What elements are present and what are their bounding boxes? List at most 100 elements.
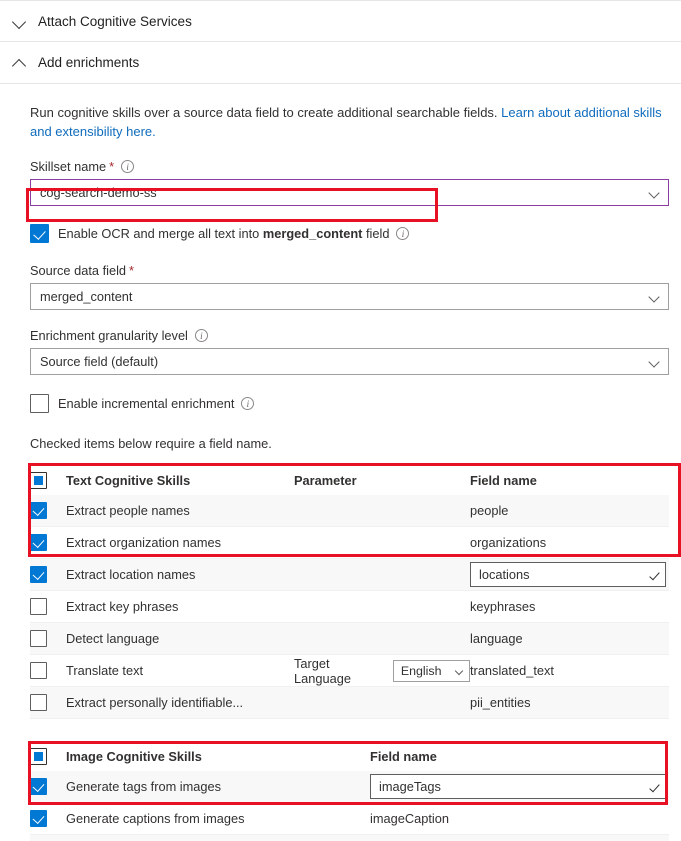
table-row[interactable]: Extract key phrases keyphrases [30, 591, 669, 623]
label-enrichment-granularity: Enrichment granularity level i [30, 328, 669, 343]
table-row[interactable]: Extract people names people [30, 495, 669, 527]
ocr-label-field-name: merged_content [262, 225, 363, 241]
table-row[interactable]: Generate captions from images imageCaptio… [30, 803, 669, 835]
field-name-cell: pii_entities [470, 695, 531, 710]
table-row[interactable]: Generate tags from images imageTags [30, 771, 669, 803]
skill-checkbox[interactable] [30, 566, 47, 583]
text-cognitive-skills-table: Text Cognitive Skills Parameter Field na… [30, 465, 669, 719]
description-sentence: Run cognitive skills over a source data … [30, 105, 502, 120]
select-all-checkbox[interactable] [30, 471, 47, 489]
skill-checkbox[interactable] [30, 694, 47, 711]
skill-checkbox[interactable] [30, 630, 47, 647]
skill-name-label: Extract location names [66, 567, 196, 582]
field-name-cell: keyphrases [470, 599, 536, 614]
skill-checkbox[interactable] [30, 534, 47, 551]
skill-checkbox-cell[interactable] [30, 694, 66, 711]
text-skills-header-row: Text Cognitive Skills Parameter Field na… [30, 465, 669, 495]
parameter-label: Target Language [294, 655, 351, 686]
field-name-cell: organizations [470, 535, 547, 550]
field-name-cell[interactable]: imageTags [370, 774, 669, 799]
table-row[interactable]: Extract personally identifiable... pii_en… [30, 687, 669, 719]
section-title-attach: Attach Cognitive Services [38, 13, 192, 29]
text-skills-select-all-cell[interactable] [30, 471, 66, 489]
enrichments-content: Run cognitive skills over a source data … [0, 103, 681, 841]
skillset-name-label-text: Skillset name [30, 159, 107, 174]
check-icon [649, 569, 660, 581]
section-header-add-enrichments[interactable]: Add enrichments [0, 42, 681, 84]
column-header-parameter: Parameter [294, 472, 357, 488]
skill-name-label: Extract people names [66, 503, 190, 518]
section-header-attach-cognitive-services[interactable]: Attach Cognitive Services [0, 0, 681, 42]
skill-name-label: Generate captions from images [66, 811, 245, 826]
skill-checkbox[interactable] [30, 502, 47, 519]
info-icon[interactable]: i [396, 226, 410, 240]
skill-checkbox-cell[interactable] [30, 662, 66, 679]
skill-checkbox-cell[interactable] [30, 598, 66, 615]
table-row[interactable]: Extract organization names organizations [30, 527, 669, 559]
field-name-input[interactable]: imageTags [370, 774, 666, 799]
field-name-cell[interactable]: locations [470, 562, 669, 587]
image-skills-header-row: Image Cognitive Skills Field name [30, 741, 669, 771]
section-title-enrich: Add enrichments [38, 55, 140, 70]
incremental-enrichment-row[interactable]: Enable incremental enrichment i [30, 392, 669, 414]
info-icon[interactable]: i [241, 396, 255, 410]
chevron-down-icon [648, 187, 660, 199]
ocr-label-suffix: field [362, 225, 390, 241]
skill-checkbox-cell[interactable] [30, 630, 66, 647]
required-asterisk: * [129, 263, 135, 278]
select-all-checkbox[interactable] [30, 747, 47, 765]
image-skills-select-all-cell[interactable] [30, 747, 66, 765]
skill-checkbox[interactable] [30, 810, 47, 827]
info-icon[interactable]: i [194, 329, 208, 342]
text-skills-title: Text Cognitive Skills [66, 472, 191, 488]
field-name-value: imageTags [379, 779, 441, 794]
skill-name-label: Translate text [66, 663, 144, 678]
enable-ocr-label: Enable OCR and merge all text into merge… [58, 226, 389, 241]
description-text: Run cognitive skills over a source data … [30, 103, 666, 141]
skill-checkbox-cell[interactable] [30, 502, 66, 519]
skill-checkbox[interactable] [30, 778, 47, 795]
skill-checkbox[interactable] [30, 662, 47, 679]
field-name-value: locations [479, 567, 530, 582]
source-data-field-label-text: Source data field [30, 263, 127, 278]
enable-ocr-checkbox[interactable] [30, 223, 49, 243]
skill-name-label: Generate tags from images [66, 779, 222, 794]
enrichment-granularity-select[interactable]: Source field (default) [30, 348, 669, 375]
column-header-field-name: Field name [470, 472, 537, 488]
ocr-label-prefix: Enable OCR and merge all text into [58, 225, 263, 241]
label-source-data-field: Source data field * [30, 263, 669, 278]
source-data-field-value: merged_content [40, 289, 133, 304]
chevron-down-icon [454, 666, 464, 675]
target-language-select[interactable]: English [392, 659, 470, 682]
image-cognitive-skills-table: Image Cognitive Skills Field name Genera… [30, 741, 669, 841]
chevron-down-icon [648, 291, 660, 303]
check-icon [649, 781, 660, 793]
source-data-field-select[interactable]: merged_content [30, 283, 669, 310]
skill-name-label: Extract personally identifiable... [66, 695, 244, 710]
skillset-name-input[interactable]: cog-search-demo-ss [30, 179, 669, 206]
field-name-note: Checked items below require a field name… [30, 436, 272, 451]
skill-checkbox-cell[interactable] [30, 566, 66, 583]
enable-ocr-checkbox-row[interactable]: Enable OCR and merge all text into merge… [30, 221, 669, 245]
add-enrichments-page: Attach Cognitive Services Add enrichment… [0, 0, 681, 841]
field-name-cell: imageCaption [370, 811, 449, 826]
table-row[interactable]: Translate text Target Language English tran… [30, 655, 669, 687]
field-name-cell: translated_text [470, 663, 554, 678]
field-name-cell: language [470, 631, 523, 646]
skill-checkbox-cell[interactable] [30, 778, 66, 795]
incremental-enrichment-checkbox[interactable] [30, 393, 49, 413]
label-skillset-name: Skillset name * i [30, 159, 669, 174]
target-language-value: English [400, 663, 442, 678]
table-row[interactable]: Identify celebrities from imagesimageCel… [30, 835, 669, 841]
column-header-field-name: Field name [370, 748, 437, 764]
skill-checkbox[interactable] [30, 598, 47, 615]
field-name-input[interactable]: locations [470, 562, 666, 587]
info-icon[interactable]: i [121, 160, 135, 173]
skill-checkbox-cell[interactable] [30, 534, 66, 551]
incremental-enrichment-label: Enable incremental enrichment [58, 395, 235, 411]
table-row[interactable]: Extract location names locations [30, 559, 669, 591]
granularity-value: Source field (default) [40, 354, 159, 369]
chevron-up-icon [10, 53, 30, 73]
skill-checkbox-cell[interactable] [30, 810, 66, 827]
table-row[interactable]: Detect language language [30, 623, 669, 655]
